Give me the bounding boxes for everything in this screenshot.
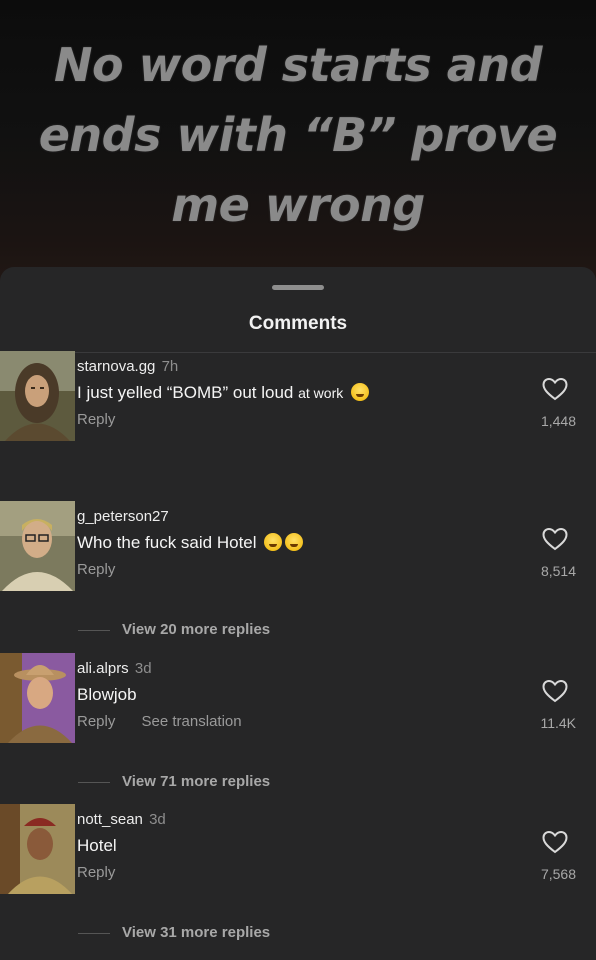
crying-laughing-emoji-icon [285,533,304,551]
comment-username[interactable]: starnova.gg 7h [77,358,178,375]
comment-text-main: I just yelled “BOMB” out loud [77,383,294,402]
video-caption: No word starts and ends with “B” prove m… [0,30,596,240]
comment-item: ali.alprs 3d Blowjob Reply See translati… [0,653,596,803]
comment-text: I just yelled “BOMB” out loud at work [77,383,369,403]
comment-text: Who the fuck said Hotel [77,533,304,553]
comments-sheet: Comments starnova.gg 7h I just yelled “B… [0,267,596,960]
comment-text-main: Blowjob [77,685,137,704]
comment-time: 7h [161,358,179,375]
comment-text: Blowjob [77,685,137,705]
caption-line-1: No word starts and [53,38,543,92]
caption-line-2: ends with “B” prove [38,108,558,162]
view-replies-label[interactable]: View 20 more replies [122,621,270,638]
comment-actions: Reply [77,864,137,881]
heart-icon[interactable] [542,679,568,703]
username[interactable]: starnova.gg [77,358,155,375]
like-count: 8,514 [540,563,576,579]
reply-button[interactable]: Reply [77,713,115,730]
comment-item: nott_sean 3d Hotel Reply 7,568 View 31 m… [0,804,596,954]
comment-actions: Reply [77,561,137,578]
reply-button[interactable]: Reply [77,561,115,578]
comment-item: starnova.gg 7h I just yelled “BOMB” out … [0,351,596,501]
reply-button[interactable]: Reply [77,864,115,881]
like-count: 7,568 [540,866,576,882]
comment-actions: Reply [77,411,137,428]
crying-laughing-emoji-icon [264,533,283,551]
comment-username[interactable]: nott_sean 3d [77,811,166,828]
avatar[interactable] [0,804,75,894]
crying-laughing-emoji-icon [350,383,369,401]
reply-thread-line [78,781,110,783]
username[interactable]: nott_sean [77,811,143,828]
view-replies-button[interactable]: View 20 more replies [78,621,270,638]
view-replies-label[interactable]: View 71 more replies [122,773,270,790]
comment-item: g_peterson27 Who the fuck said Hotel Rep… [0,501,596,651]
comment-time: 3d [149,811,166,828]
caption-line-3: me wrong [171,178,425,232]
comment-username[interactable]: g_peterson27 [77,508,169,525]
comment-text-main: Who the fuck said Hotel [77,533,257,552]
reply-thread-line [78,932,110,934]
heart-icon[interactable] [542,830,568,854]
reply-thread-line [78,629,110,631]
heart-icon[interactable] [542,377,568,401]
sheet-title: Comments [248,313,348,334]
like-count: 1,448 [540,413,576,429]
heart-icon[interactable] [542,527,568,551]
reply-button[interactable]: Reply [77,411,115,428]
comment-time: 3d [134,660,152,677]
avatar[interactable] [0,351,75,441]
comment-text-main: Hotel [77,836,117,855]
username[interactable]: ali.alprs [77,660,129,677]
avatar[interactable] [0,501,75,591]
drag-handle[interactable] [272,285,324,290]
comment-username[interactable]: ali.alprs 3d [77,660,152,677]
view-replies-button[interactable]: View 71 more replies [78,773,270,790]
like-count: 11.4K [540,715,576,731]
comment-actions: Reply See translation [77,713,264,730]
comment-text: Hotel [77,836,117,856]
see-translation-button[interactable]: See translation [142,713,242,730]
view-replies-label[interactable]: View 31 more replies [122,924,270,941]
comment-text-small: at work [298,385,344,401]
view-replies-button[interactable]: View 31 more replies [78,924,270,941]
username[interactable]: g_peterson27 [77,508,169,525]
avatar[interactable] [0,653,75,743]
